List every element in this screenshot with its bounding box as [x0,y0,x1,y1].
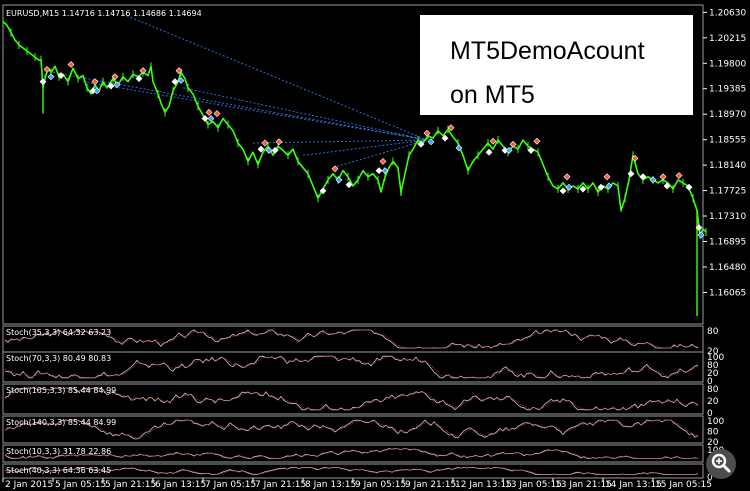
sell-signal-marker [275,138,283,146]
price-tick-label: 1.18970 [709,110,746,120]
sell-signal-marker [205,108,213,116]
stoch-label: Stoch(40,3,3) 64.36 63.45 [6,466,111,475]
time-tick-label: 8 Jan 13:15 [305,480,356,490]
sell-signal-marker [423,129,431,137]
overlay-line-2: on MT5 [450,81,535,109]
magnifier-zoom-icon[interactable] [706,449,736,479]
time-tick-label: 5 Jan 05:15 [55,480,106,490]
stochastic-panels: Stoch(35,3,3) 64.32 63.23 80 20 Stoch(70,3,… [2,325,724,483]
time-tick-label: 15 Jan 05:15 [655,480,712,490]
price-tick-label: 1.19385 [709,85,746,95]
sell-signal-marker [563,173,571,181]
stoch-label: Stoch(35,3,3) 64.32 63.23 [6,328,111,337]
neutral-signal-marker [597,183,605,191]
price-tick-label: 1.20215 [709,34,746,44]
sell-signal-marker [533,137,541,145]
stoch-label: Stoch(10,3,3) 31.78 22.86 [6,447,111,456]
time-tick-label: 9 Jan 21:15 [405,480,456,490]
stoch-level-label: 80 [707,428,719,438]
buy-signal-marker [207,115,215,122]
stoch-panel: Stoch(105,3,3) 85.44 84.99 80200 [2,383,719,419]
dashed-trend-line [82,81,428,141]
time-tick-label: 7 Jan 05:15 [205,480,256,490]
sell-signal-marker [139,67,147,75]
sell-signal-marker [67,61,75,68]
stoch-panel: Stoch(140,3,3) 85.44 84.99 1008020 [2,415,724,448]
sell-signal-marker [489,137,497,145]
price-tick-label: 1.16895 [709,237,746,247]
overlay-watermark-box: MT5DemoAcount on MT5 [420,15,693,115]
price-tick-label: 1.16065 [709,288,746,298]
sell-signal-marker [509,140,517,148]
magnifier-zoom-glyph [711,453,731,473]
price-tick-label: 1.17310 [709,212,746,222]
sell-signal-marker [213,110,221,118]
time-tick-label: 7 Jan 21:15 [255,480,306,490]
stoch-level-label: 100 [707,417,724,427]
neutral-signal-marker [559,187,567,195]
buy-signal-marker [565,183,573,191]
neutral-signal-marker [485,148,493,156]
neutral-signal-marker [375,167,383,175]
dashed-trend-line [122,13,428,141]
time-tick-label: 5 Jan 21:15 [105,480,156,490]
stoch-level-label: 80 [707,327,719,337]
time-tick-label: 6 Jan 13:15 [155,480,206,490]
price-tick-label: 1.20630 [709,8,746,18]
price-tick-label: 1.19800 [709,59,746,69]
stoch-label: Stoch(105,3,3) 85.44 84.99 [6,386,116,395]
stoch-level-label: 20 [707,397,719,407]
buy-signal-marker [427,138,435,146]
dashed-trend-line [52,71,428,141]
price-tick-label: 1.18555 [709,136,746,146]
price-tick-label: 1.18140 [709,161,746,171]
price-tick-label: 1.17725 [709,187,746,197]
sell-signal-marker [379,158,387,165]
chart-window[interactable]: Stoch(35,3,3) 64.32 63.23 80 20 Stoch(70,3,… [0,0,750,491]
stoch-level-label: 80 [707,385,719,395]
sell-signal-marker [43,65,51,73]
sell-signal-marker [603,173,611,181]
time-tick-label: 2 Jan 2015 [5,480,53,490]
time-tick-label: 9 Jan 05:15 [355,480,406,490]
symbol-label: EURUSD,M15 1.14716 1.14716 1.14686 1.146… [6,9,202,18]
buy-signal-marker [47,73,55,81]
stoch-label: Stoch(140,3,3) 85.44 84.99 [6,418,116,427]
overlay-line-1: MT5DemoAcount [450,37,645,65]
dashed-trend-line [332,139,428,169]
sell-signal-marker [659,173,667,181]
stoch-label: Stoch(70,3,3) 80.49 80.83 [6,354,111,363]
neutral-signal-marker [579,185,587,193]
price-tick-label: 1.16480 [709,263,746,273]
sell-signal-marker [261,139,269,147]
sell-signal-marker [675,172,683,179]
stoch-panel: Stoch(70,3,3) 80.49 80.83 10080200 [2,351,724,387]
